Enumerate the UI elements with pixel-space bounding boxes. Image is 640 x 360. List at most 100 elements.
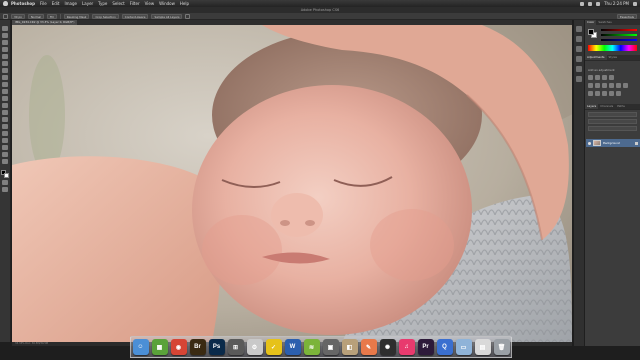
chrome-icon[interactable]: ◉ <box>170 339 187 355</box>
battery-icon[interactable] <box>596 1 601 6</box>
spotify-icon[interactable]: ≋ <box>303 339 320 355</box>
character-icon[interactable] <box>576 66 582 72</box>
gradient-tool-icon[interactable] <box>2 103 8 108</box>
color-balance-icon[interactable] <box>602 83 607 88</box>
crop-selection-button[interactable]: Crop Selection <box>92 13 119 19</box>
screen-mode-icon[interactable] <box>2 187 8 192</box>
workspace-switcher[interactable]: Essentials <box>617 13 637 19</box>
gradient-map-icon[interactable] <box>609 91 614 96</box>
clock[interactable]: Thu 2:24 PM <box>604 0 629 7</box>
patch-tool-icon[interactable] <box>3 13 8 19</box>
clone-source-icon[interactable] <box>576 56 582 62</box>
blend-mode-dropdown[interactable] <box>588 119 637 124</box>
bridge-icon[interactable]: Br <box>189 339 206 355</box>
aperture-icon[interactable]: ✺ <box>379 339 396 355</box>
menu-layer[interactable]: Layer <box>82 0 93 7</box>
wifi-icon[interactable] <box>580 1 585 6</box>
layer-row[interactable]: Background <box>586 139 640 147</box>
brush-size-field[interactable]: 30 px <box>11 13 25 19</box>
resizing-mask-button[interactable]: Resizing Mask <box>63 13 90 19</box>
eyedropper-tool-icon[interactable] <box>2 61 8 66</box>
invert-icon[interactable] <box>588 91 593 96</box>
mission-control-icon[interactable]: ▦ <box>151 339 168 355</box>
history-icon[interactable] <box>576 26 582 32</box>
quick-mask-icon[interactable] <box>2 180 8 185</box>
scripts-icon[interactable]: ⚙ <box>246 339 263 355</box>
red-slider[interactable] <box>601 29 637 31</box>
layer-name[interactable]: Background <box>603 141 620 145</box>
pen-tool-icon[interactable] <box>2 124 8 129</box>
menu-file[interactable]: File <box>40 0 47 7</box>
selective-color-icon[interactable] <box>616 91 621 96</box>
fill-option[interactable]: Fill <box>47 13 57 19</box>
finder-icon[interactable]: ☺ <box>132 339 149 355</box>
brush-presets-icon[interactable] <box>576 46 582 52</box>
properties-icon[interactable] <box>576 36 582 42</box>
marquee-tool-icon[interactable] <box>2 33 8 38</box>
spotlight-icon[interactable] <box>633 1 637 6</box>
foreground-color-chip[interactable] <box>588 29 594 35</box>
type-tool-icon[interactable] <box>2 131 8 136</box>
photo-filter-icon[interactable] <box>616 83 621 88</box>
threshold-icon[interactable] <box>602 91 607 96</box>
camera-raw-icon[interactable]: ◧ <box>341 339 358 355</box>
menu-edit[interactable]: Edit <box>52 0 60 7</box>
hue-saturation-icon[interactable] <box>595 83 600 88</box>
lasso-tool-icon[interactable] <box>2 40 8 45</box>
dodge-tool-icon[interactable] <box>2 117 8 122</box>
blur-tool-icon[interactable] <box>2 110 8 115</box>
blue-slider[interactable] <box>601 39 637 41</box>
menu-window[interactable]: Window <box>159 0 175 7</box>
levels-icon[interactable] <box>595 75 600 80</box>
history-brush-tool-icon[interactable] <box>2 89 8 94</box>
posterize-icon[interactable] <box>595 91 600 96</box>
channel-mixer-icon[interactable] <box>623 83 628 88</box>
curves-icon[interactable] <box>602 75 607 80</box>
content-aware-button[interactable]: Content-Aware <box>121 13 149 19</box>
black-white-icon[interactable] <box>609 83 614 88</box>
lock-controls[interactable] <box>588 126 637 131</box>
norton-icon[interactable]: ✓ <box>265 339 282 355</box>
menu-type[interactable]: Type <box>98 0 107 7</box>
photoshop-icon[interactable]: Ps <box>208 339 225 355</box>
downloads-icon[interactable]: ▭ <box>455 339 472 355</box>
color-swatches[interactable] <box>1 170 9 178</box>
apple-icon[interactable] <box>3 1 8 6</box>
crop-tool-icon[interactable] <box>2 54 8 59</box>
path-select-tool-icon[interactable] <box>2 138 8 143</box>
documents-icon[interactable]: ▤ <box>474 339 491 355</box>
word-icon[interactable]: W <box>284 339 301 355</box>
menu-image[interactable]: Image <box>64 0 77 7</box>
hand-tool-icon[interactable] <box>2 152 8 157</box>
lock-icon[interactable] <box>635 141 638 145</box>
sample-all-layers-checkbox[interactable]: Sample All Layers <box>151 13 183 19</box>
color-spectrum[interactable] <box>588 45 637 51</box>
premiere-icon[interactable]: Pr <box>417 339 434 355</box>
menu-photoshop[interactable]: Photoshop <box>11 0 35 7</box>
layer-filter-dropdown[interactable] <box>588 112 637 117</box>
zoom-tool-icon[interactable] <box>2 159 8 164</box>
brush-tool-icon[interactable] <box>2 75 8 80</box>
pages-icon[interactable]: ✎ <box>360 339 377 355</box>
vibrance-icon[interactable] <box>588 83 593 88</box>
trash-icon[interactable]: 🗑 <box>493 339 510 355</box>
menu-select[interactable]: Select <box>112 0 124 7</box>
quicktime-icon[interactable]: Q <box>436 339 453 355</box>
itunes-icon[interactable]: ♫ <box>398 339 415 355</box>
menu-help[interactable]: Help <box>180 0 189 7</box>
green-slider[interactable] <box>601 34 637 36</box>
exposure-icon[interactable] <box>609 75 614 80</box>
document-canvas[interactable] <box>12 25 572 342</box>
menu-filter[interactable]: Filter <box>130 0 140 7</box>
preview-icon[interactable]: ▣ <box>322 339 339 355</box>
brightness-icon[interactable] <box>588 75 593 80</box>
eraser-tool-icon[interactable] <box>2 96 8 101</box>
spaces-icon[interactable]: ⊞ <box>227 339 244 355</box>
pressure-icon[interactable] <box>185 13 191 19</box>
volume-icon[interactable] <box>588 1 593 6</box>
healing-brush-tool-icon[interactable] <box>2 68 8 73</box>
quick-select-tool-icon[interactable] <box>2 47 8 52</box>
mode-select[interactable]: Normal <box>27 13 45 19</box>
background-color-swatch[interactable] <box>4 173 9 178</box>
clone-stamp-tool-icon[interactable] <box>2 82 8 87</box>
